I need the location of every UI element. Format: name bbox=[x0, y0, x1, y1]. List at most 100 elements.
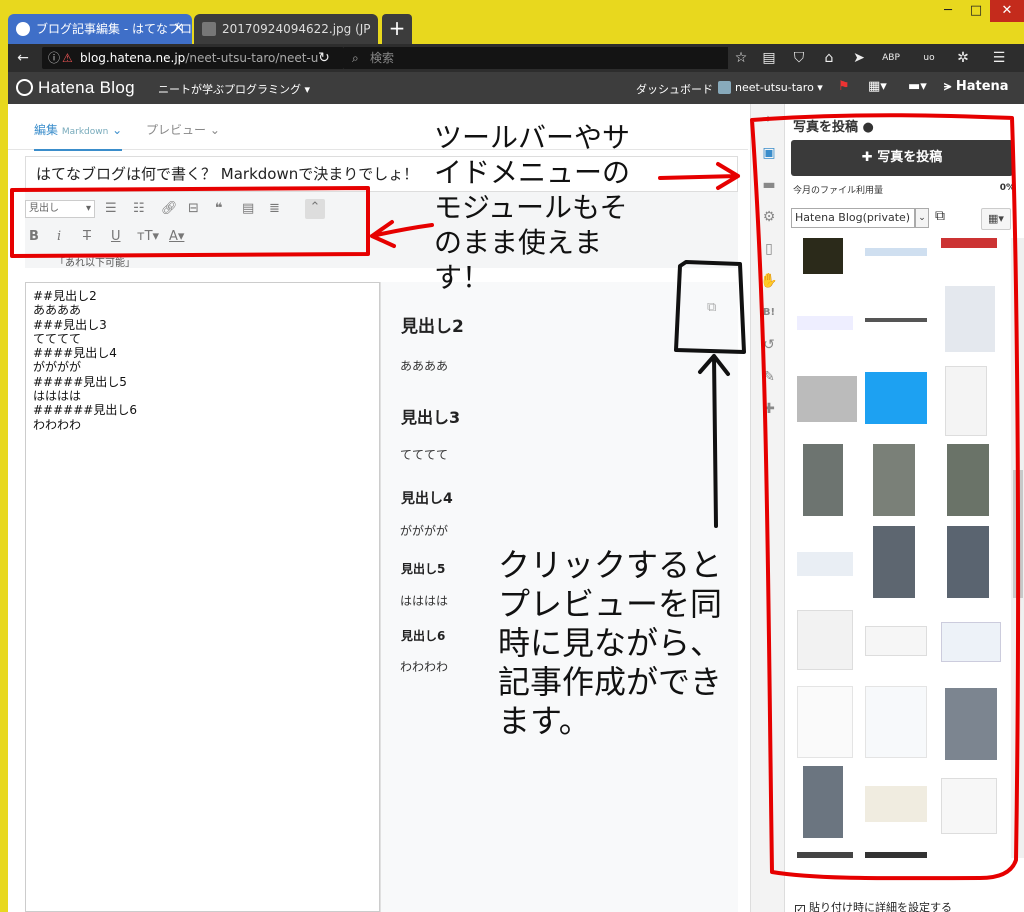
bullet-list-icon[interactable]: ☰ bbox=[105, 200, 117, 218]
photo-thumbnail[interactable] bbox=[797, 610, 853, 670]
back-icon[interactable]: ← bbox=[12, 44, 34, 72]
tools-icon[interactable]: ✲ bbox=[952, 44, 974, 72]
gear-icon[interactable]: ⚙ bbox=[760, 208, 778, 226]
photo-thumbnail[interactable] bbox=[873, 444, 915, 516]
bookmark-star-icon[interactable]: ☆ bbox=[730, 44, 752, 72]
table-icon[interactable]: ▤ bbox=[242, 200, 254, 218]
blog-name-dropdown[interactable]: ニートが学ぶプログラミング ▾ bbox=[158, 81, 310, 97]
menu-icon[interactable]: ☰ bbox=[988, 44, 1010, 72]
photo-thumbnail[interactable] bbox=[947, 444, 989, 516]
extension-icon[interactable]: uo bbox=[918, 44, 940, 72]
hatena-brand-link[interactable]: ⪫ Hatena bbox=[944, 79, 1009, 94]
history-icon[interactable]: ↺ bbox=[760, 336, 778, 354]
document-icon[interactable]: ▯ bbox=[760, 240, 778, 258]
plus-icon[interactable]: ✚ bbox=[760, 400, 778, 418]
blog-name: ニートが学ぶプログラミング bbox=[158, 83, 301, 96]
photo-thumbnail[interactable] bbox=[803, 444, 843, 516]
markdown-textarea[interactable]: ##見出し2 ああああ ###見出し3 てててて ####見出し4 がががが #####見出… bbox=[25, 282, 380, 912]
search-input[interactable]: ⌕ 検索 bbox=[344, 47, 728, 69]
photo-thumbnail[interactable] bbox=[865, 626, 927, 656]
preview-paragraph: はははは bbox=[400, 594, 449, 608]
numbered-list-icon[interactable]: ☷ bbox=[133, 200, 145, 218]
text-color-icon[interactable]: A▾ bbox=[169, 228, 184, 246]
photo-thumbnail[interactable] bbox=[865, 786, 927, 822]
photo-thumbnail[interactable] bbox=[945, 688, 997, 760]
album-chevron-icon[interactable]: ⌄ bbox=[915, 208, 929, 228]
help-icon[interactable]: ● bbox=[863, 120, 874, 135]
thumbs-up-icon[interactable]: ✋ bbox=[760, 272, 778, 290]
photo-thumbnail[interactable] bbox=[797, 552, 853, 576]
title-input[interactable]: はてなブログは何で書く？ Markdownで決まりでしょ！ bbox=[25, 156, 738, 192]
strikethrough-icon[interactable]: T bbox=[83, 228, 91, 246]
quote-icon[interactable]: ❝ bbox=[215, 200, 223, 218]
photo-icon[interactable]: ▣ bbox=[760, 144, 778, 162]
sync-scroll-icon[interactable]: ⧉ bbox=[707, 300, 716, 315]
apps-grid-icon[interactable]: ▦▾ bbox=[868, 79, 887, 94]
tab-image[interactable]: 20170924094622.jpg (JP bbox=[194, 14, 378, 44]
photo-thumbnail[interactable] bbox=[945, 286, 995, 352]
close-tab-icon[interactable]: ✕ bbox=[173, 14, 184, 44]
bookmark-flag-icon[interactable]: ⚑ bbox=[838, 79, 850, 94]
photo-thumbnail[interactable] bbox=[797, 376, 857, 422]
photo-panel: 写真を投稿 ● ✚ 写真を投稿 今月のファイル利用量 0% Hatena Blog… bbox=[784, 104, 1024, 912]
minimize-button[interactable]: ─ bbox=[934, 0, 962, 22]
photo-thumbnail[interactable] bbox=[797, 316, 853, 330]
bold-icon[interactable]: B bbox=[29, 228, 39, 246]
chevron-right-icon[interactable]: › bbox=[760, 110, 778, 128]
underline-icon[interactable]: U bbox=[111, 228, 121, 246]
photo-thumbnail[interactable] bbox=[947, 526, 989, 598]
photo-thumbnail[interactable] bbox=[941, 778, 997, 834]
horizontal-rule-icon[interactable]: ⊟ bbox=[188, 200, 199, 218]
heading-select[interactable]: 見出し ▾ bbox=[25, 200, 95, 218]
tab-preview[interactable]: プレビュー ⌄ bbox=[146, 121, 220, 138]
photo-thumbnail[interactable] bbox=[945, 366, 987, 436]
collapse-toolbar-icon[interactable]: ⌃ bbox=[305, 199, 325, 219]
preview-paragraph: ああああ bbox=[400, 359, 449, 373]
reading-list-icon[interactable]: ▤ bbox=[758, 44, 780, 72]
user-menu[interactable]: neet-utsu-taro ▾ bbox=[718, 81, 823, 94]
photo-thumbnail[interactable] bbox=[941, 622, 1001, 662]
tab-edit[interactable]: 編集 Markdown ⌄ bbox=[34, 121, 123, 151]
thumbnail-scroll-thumb[interactable] bbox=[1013, 470, 1023, 598]
photo-thumbnail[interactable] bbox=[865, 318, 927, 322]
hatena-bookmark-icon[interactable]: B! bbox=[760, 304, 778, 322]
info-icon[interactable]: ⓘ bbox=[48, 47, 60, 69]
photo-thumbnail[interactable] bbox=[941, 238, 997, 248]
chevron-down-icon: ⌄ bbox=[209, 123, 220, 137]
album-select[interactable]: Hatena Blog(private) bbox=[791, 208, 915, 228]
photo-thumbnail[interactable] bbox=[873, 526, 915, 598]
grid-view-button[interactable]: ▦▾ bbox=[981, 208, 1011, 230]
photo-thumbnail[interactable] bbox=[803, 238, 843, 274]
photo-thumbnail[interactable] bbox=[803, 766, 843, 838]
upload-photo-button[interactable]: ✚ 写真を投稿 bbox=[791, 140, 1013, 176]
photo-thumbnail[interactable] bbox=[865, 372, 927, 424]
link-icon[interactable]: 🔗︎ bbox=[161, 200, 178, 218]
notifications-icon[interactable]: ▬▾ bbox=[908, 79, 927, 94]
dashboard-link[interactable]: ダッシュボード bbox=[636, 81, 713, 97]
send-icon[interactable]: ➤ bbox=[848, 44, 870, 72]
paste-option[interactable]: ✓ 貼り付け時に詳細を設定する bbox=[795, 899, 952, 912]
tab-blog-editor[interactable]: ブログ記事編集 - はてなブログ ✕ bbox=[8, 14, 192, 44]
brush-icon[interactable]: ✎ bbox=[760, 368, 778, 386]
folder-icon[interactable]: ▬ bbox=[760, 176, 778, 194]
maximize-button[interactable]: □ bbox=[962, 0, 990, 22]
font-size-icon[interactable]: тT▾ bbox=[137, 228, 159, 246]
home-icon[interactable]: ⌂ bbox=[818, 44, 840, 72]
checkbox-checked-icon[interactable]: ✓ bbox=[795, 905, 805, 912]
preview-h5: 見出し5 bbox=[401, 562, 446, 576]
photo-thumbnail[interactable] bbox=[865, 686, 927, 758]
photo-thumbnail[interactable] bbox=[865, 248, 927, 256]
pocket-icon[interactable]: ⛉ bbox=[788, 44, 810, 72]
adblock-icon[interactable]: ABP bbox=[880, 44, 902, 72]
external-link-icon[interactable]: ⧉ bbox=[935, 208, 945, 224]
new-tab-button[interactable]: + bbox=[382, 14, 412, 44]
photo-thumbnail[interactable] bbox=[797, 686, 853, 758]
photo-thumbnail[interactable] bbox=[865, 852, 927, 858]
hatena-blog-logo[interactable]: Hatena Blog bbox=[16, 78, 135, 98]
italic-icon[interactable]: i bbox=[57, 228, 61, 246]
url-bar[interactable]: ⓘ ⚠ blog.hatena.ne.jp/neet-utsu-taro/nee… bbox=[42, 47, 344, 69]
photo-thumbnail[interactable] bbox=[797, 852, 853, 858]
read-more-icon[interactable]: ≣ bbox=[269, 200, 280, 218]
reload-icon[interactable]: ↻ bbox=[311, 44, 337, 72]
close-window-button[interactable]: ✕ bbox=[990, 0, 1024, 22]
